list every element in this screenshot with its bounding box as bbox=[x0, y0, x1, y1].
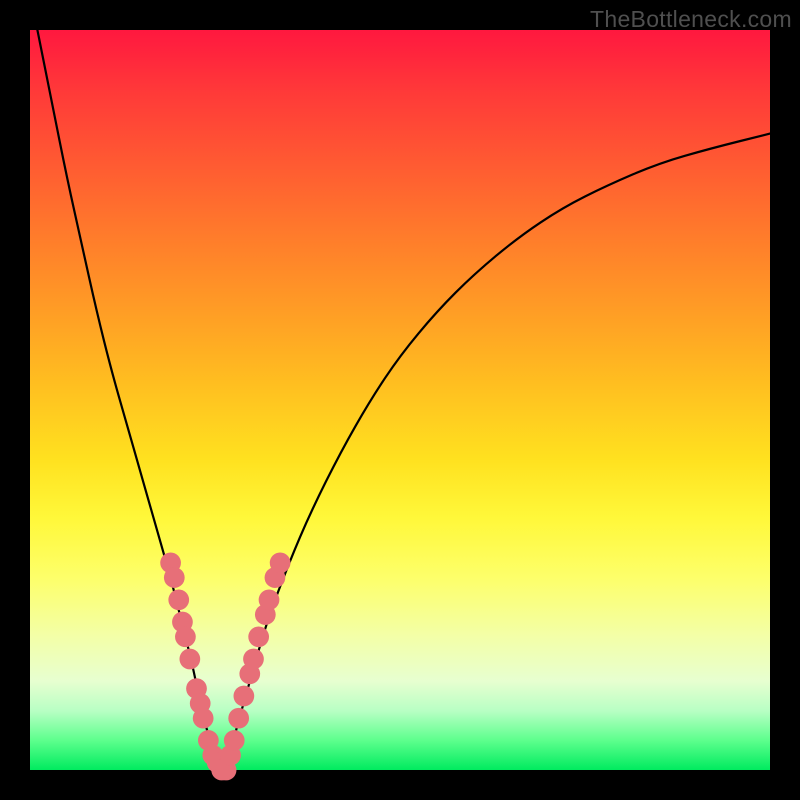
chart-svg bbox=[30, 30, 770, 770]
data-point bbox=[175, 626, 196, 647]
data-point bbox=[259, 589, 280, 610]
bottleneck-curve bbox=[37, 30, 770, 766]
data-point bbox=[224, 730, 245, 751]
data-point bbox=[193, 708, 214, 729]
watermark-text: TheBottleneck.com bbox=[590, 6, 792, 33]
chart-frame: TheBottleneck.com bbox=[0, 0, 800, 800]
data-point bbox=[234, 686, 255, 707]
data-point bbox=[270, 552, 291, 573]
data-point bbox=[164, 567, 185, 588]
data-point bbox=[228, 708, 249, 729]
data-point bbox=[168, 589, 189, 610]
data-point bbox=[243, 649, 264, 670]
data-point bbox=[179, 649, 200, 670]
data-points-group bbox=[160, 552, 290, 780]
data-point bbox=[248, 626, 269, 647]
